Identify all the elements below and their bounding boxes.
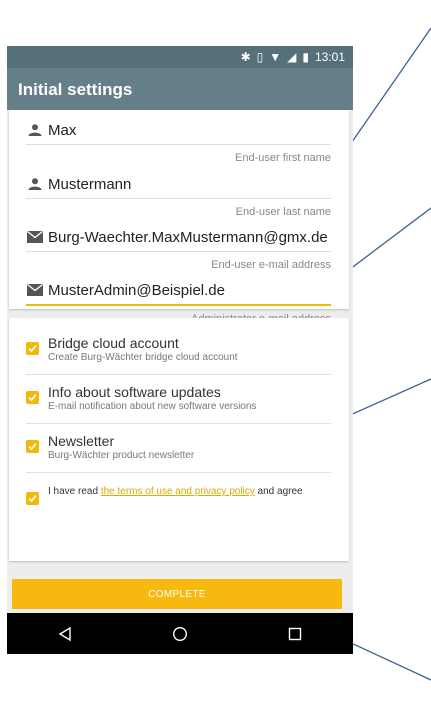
wifi-icon: ▼: [269, 50, 282, 64]
terms-agreement[interactable]: I have read the terms of use and privacy…: [26, 486, 331, 505]
recents-icon[interactable]: [280, 619, 310, 649]
page-title: Initial settings: [18, 80, 133, 99]
terms-link[interactable]: the terms of use and privacy policy: [101, 486, 255, 497]
person-icon: [26, 123, 44, 137]
user-email-field[interactable]: Burg-Waechter.MaxMustermann@gmx.de End-u…: [26, 227, 331, 271]
envelope-icon: [26, 283, 44, 297]
option-subtitle: Create Burg-Wächter bridge cloud account: [48, 352, 238, 363]
field-underline: [26, 144, 331, 145]
user-email-value[interactable]: Burg-Waechter.MaxMustermann@gmx.de: [48, 229, 328, 246]
option-title: Info about software updates: [48, 384, 221, 400]
divider: [26, 472, 331, 473]
first-name-field[interactable]: Max End-user first name: [26, 120, 331, 164]
option-subtitle: Burg-Wächter product newsletter: [48, 450, 195, 461]
vibrate-icon: ▯: [256, 50, 264, 64]
checkbox-bridge-cloud[interactable]: [26, 342, 39, 355]
field-underline: [26, 198, 331, 199]
last-name-field[interactable]: Mustermann End-user last name: [26, 174, 331, 218]
phone-screen: ✱ ▯ ▼ ◢ ▮ 13:01 Initial settings Max End…: [7, 46, 353, 654]
option-bridge-cloud[interactable]: Bridge cloud account Create Burg-Wächter…: [26, 335, 331, 364]
back-icon[interactable]: [50, 619, 80, 649]
terms-prefix: I have read: [48, 486, 101, 497]
terms-suffix: and agree: [254, 486, 303, 497]
terms-text: I have read the terms of use and privacy…: [48, 486, 303, 505]
user-details-card: Max End-user first name Mustermann End-u…: [9, 110, 349, 325]
status-bar: ✱ ▯ ▼ ◢ ▮ 13:01: [7, 46, 353, 68]
field-underline: [26, 251, 331, 252]
battery-icon: ▮: [302, 50, 309, 64]
app-bar: Initial settings: [7, 68, 353, 110]
user-email-hint: End-user e-mail address: [211, 259, 331, 271]
bluetooth-icon: ✱: [240, 50, 251, 64]
last-name-value[interactable]: Mustermann: [48, 176, 131, 193]
option-title: Newsletter: [48, 433, 115, 449]
option-software-updates[interactable]: Info about software updates E-mail notif…: [26, 384, 331, 413]
home-icon[interactable]: [165, 619, 195, 649]
android-nav-bar: [7, 613, 353, 654]
first-name-value[interactable]: Max: [48, 122, 76, 139]
envelope-icon: [26, 230, 44, 244]
complete-button[interactable]: COMPLETE: [12, 579, 342, 609]
option-subtitle: E-mail notification about new software v…: [48, 401, 257, 412]
options-card: Bridge cloud account Create Burg-Wächter…: [9, 318, 349, 561]
divider: [26, 374, 331, 375]
checkbox-terms[interactable]: [26, 492, 39, 505]
last-name-hint: End-user last name: [235, 206, 331, 218]
checkbox-newsletter[interactable]: [26, 440, 39, 453]
option-newsletter[interactable]: Newsletter Burg-Wächter product newslett…: [26, 433, 331, 462]
status-time: 13:01: [314, 50, 345, 64]
signal-icon: ◢: [287, 50, 297, 64]
checkbox-software-updates[interactable]: [26, 391, 39, 404]
first-name-hint: End-user first name: [235, 152, 331, 164]
admin-email-value[interactable]: MusterAdmin@Beispiel.de: [48, 282, 225, 299]
divider: [26, 423, 331, 424]
field-underline-active: [26, 304, 331, 306]
person-icon: [26, 177, 44, 191]
option-title: Bridge cloud account: [48, 335, 179, 351]
